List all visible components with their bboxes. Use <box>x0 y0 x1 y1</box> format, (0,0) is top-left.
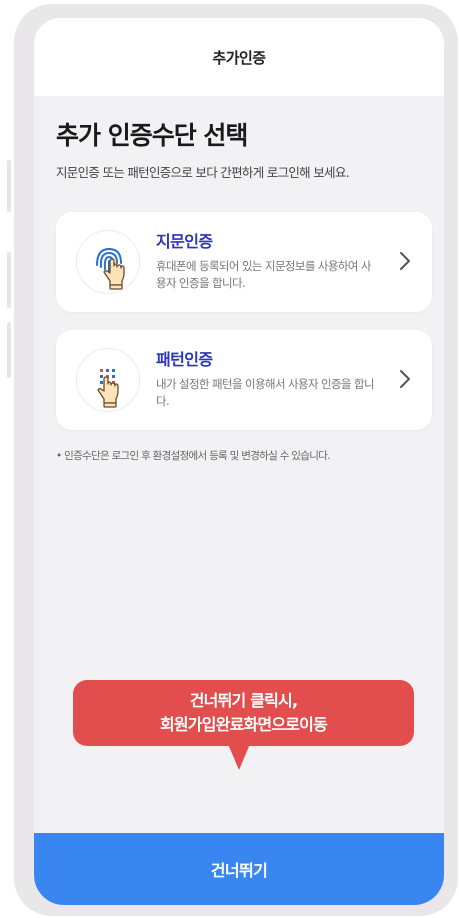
tooltip-line-1: 건너뛰기 클릭시, <box>189 691 298 710</box>
pattern-auth-card[interactable]: 패턴인증 내가 설정한 패턴을 이용해서 사용자 인증을 합니다. <box>56 330 432 430</box>
annotation-tooltip: 건너뛰기 클릭시, 회원가입완료화면으로이동 <box>73 680 414 746</box>
fingerprint-touch-icon <box>76 230 140 294</box>
phone-side-button <box>7 252 11 308</box>
card-title: 지문인증 <box>156 232 213 251</box>
pattern-touch-icon <box>76 348 140 412</box>
card-title: 패턴인증 <box>156 350 213 369</box>
app-header: 추가인증 <box>34 18 444 96</box>
settings-note: • 인증수단은 로그인 후 환경설정에서 등록 및 변경하실 수 있습니다. <box>56 450 330 462</box>
phone-side-button <box>7 160 11 212</box>
card-description: 휴대폰에 등록되어 있는 지문정보를 사용하여 사용자 인증을 합니다. <box>156 259 371 290</box>
chevron-right-icon <box>400 370 410 388</box>
tooltip-line-2: 회원가입완료화면으로이동 <box>159 715 328 734</box>
card-description: 내가 설정한 패턴을 이용해서 사용자 인증을 합니다. <box>156 377 375 408</box>
chevron-right-icon <box>400 252 410 270</box>
fingerprint-auth-card[interactable]: 지문인증 휴대폰에 등록되어 있는 지문정보를 사용하여 사용자 인증을 합니다… <box>56 212 432 312</box>
phone-side-button <box>7 322 11 378</box>
skip-button[interactable]: 건너뛰기 <box>34 833 444 905</box>
page-subtitle: 지문인증 또는 패턴인증으로 보다 간편하게 로그인해 보세요. <box>56 165 350 180</box>
phone-screen: 추가인증 추가 인증수단 선택 지문인증 또는 패턴인증으로 보다 간편하게 로… <box>34 18 444 905</box>
tooltip-pointer <box>228 744 250 770</box>
page-title: 추가 인증수단 선택 <box>56 121 248 150</box>
header-title: 추가인증 <box>212 48 266 67</box>
skip-button-label: 건너뛰기 <box>210 861 268 880</box>
